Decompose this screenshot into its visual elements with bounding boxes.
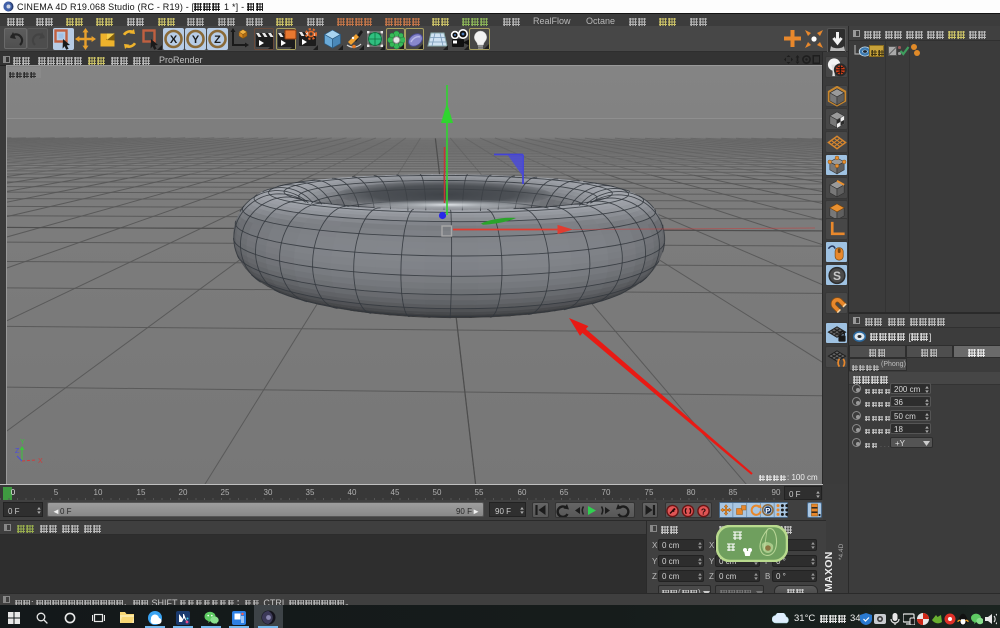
svg-text:P: P — [765, 506, 770, 515]
svg-text:MAXON: MAXON — [823, 551, 835, 592]
svg-text:?: ? — [701, 506, 706, 516]
svg-text:Y: Y — [192, 34, 200, 46]
svg-text:X: X — [170, 34, 178, 46]
svg-text:Y: Y — [20, 439, 25, 446]
svg-text:X: X — [38, 458, 43, 465]
svg-text:*4.4D: *4.4D — [838, 543, 845, 560]
svg-text:Z: Z — [15, 448, 20, 455]
svg-text:Z: Z — [214, 34, 221, 46]
svg-text:S: S — [833, 269, 841, 283]
